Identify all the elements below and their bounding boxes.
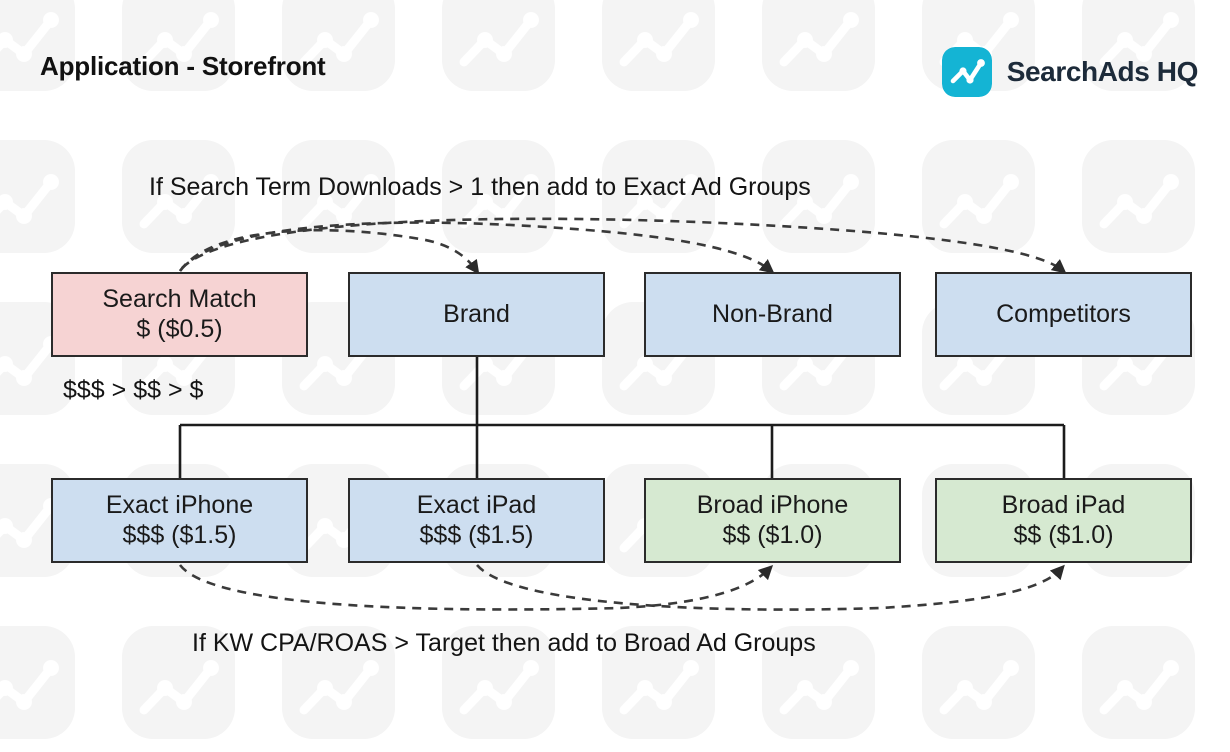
- diagram-canvas: Application - Storefront SearchAds HQ If…: [0, 0, 1230, 752]
- node-exact-ipad[interactable]: Exact iPad $$$ ($1.5): [348, 478, 605, 563]
- chart-line-icon: [941, 47, 992, 97]
- node-exact-iphone[interactable]: Exact iPhone $$$ ($1.5): [51, 478, 308, 563]
- dashed-broad-edges: [178, 564, 1065, 611]
- brand-wordmark: SearchAds HQ: [1006, 56, 1199, 87]
- bottom-caption: If KW CPA/ROAS > Target then add to Broa…: [192, 629, 816, 657]
- node-non-brand[interactable]: Non-Brand: [644, 272, 901, 357]
- bid-tier-note: $$$ > $$ > $: [63, 376, 204, 404]
- node-broad-iphone[interactable]: Broad iPhone $$ ($1.0): [644, 478, 901, 563]
- node-label: Exact iPhone: [105, 491, 254, 519]
- node-brand[interactable]: Brand: [348, 272, 605, 357]
- node-competitors[interactable]: Competitors: [935, 272, 1192, 357]
- node-label: Search Match: [102, 285, 257, 313]
- node-bid: $ ($0.5): [136, 314, 223, 343]
- top-caption: If Search Term Downloads > 1 then add to…: [149, 173, 811, 201]
- brand-logo: SearchAds HQ: [941, 47, 1199, 97]
- node-label: Broad iPhone: [696, 491, 849, 519]
- solid-tree-edges: [178, 357, 1066, 478]
- node-label: Brand: [443, 299, 510, 328]
- node-label: Broad iPad: [1001, 491, 1126, 519]
- node-label: Exact iPad: [416, 491, 537, 519]
- node-bid: $$ ($1.0): [722, 520, 823, 549]
- node-bid: $$$ ($1.5): [419, 520, 534, 549]
- node-label: Non-Brand: [712, 299, 833, 328]
- page-title: Application - Storefront: [40, 51, 326, 81]
- node-bid: $$ ($1.0): [1013, 520, 1114, 549]
- node-search-match[interactable]: Search Match $ ($0.5): [51, 272, 308, 357]
- node-broad-ipad[interactable]: Broad iPad $$ ($1.0): [935, 478, 1192, 563]
- node-bid: $$$ ($1.5): [122, 520, 237, 549]
- node-label: Competitors: [996, 299, 1131, 328]
- dashed-exact-edges: [178, 217, 1067, 275]
